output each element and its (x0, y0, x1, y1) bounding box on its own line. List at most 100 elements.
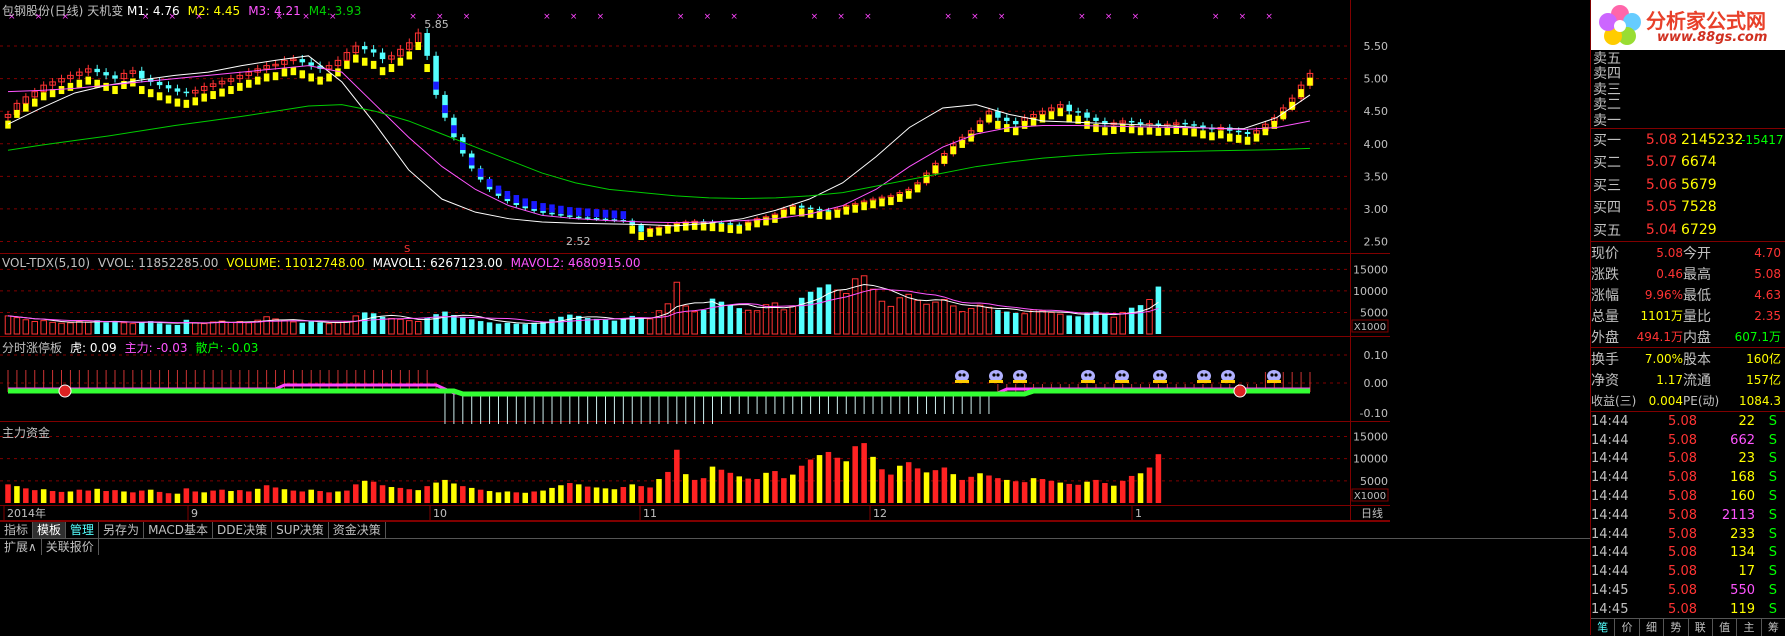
signal-block (647, 228, 653, 237)
candle-body (549, 212, 555, 215)
tick-side: S (1768, 583, 1777, 599)
fund-bar (317, 491, 323, 503)
tick-row[interactable]: 14:44 5.08 134 S (1591, 544, 1785, 563)
buy-label: 买三 (1593, 177, 1621, 194)
tick-row[interactable]: 14:45 5.08 119 S (1591, 600, 1785, 619)
side-tab-1[interactable]: 笔 (1591, 619, 1616, 636)
sell-row[interactable]: 卖一 (1591, 112, 1785, 129)
tick-price: 5.08 (1668, 601, 1697, 617)
ma-label-1: M1: 4.76 (127, 4, 180, 18)
side-tab-2[interactable]: 价 (1615, 619, 1640, 636)
fund-bar (1128, 475, 1135, 503)
tick-side: S (1768, 489, 1777, 505)
signal-block (451, 125, 457, 134)
quote-label: 内盘 (1683, 329, 1711, 346)
fund-bar (468, 487, 475, 503)
bottom-button-2[interactable]: 关联报价 (42, 539, 99, 555)
volume-bar (798, 297, 805, 334)
buy-row[interactable]: 买二 5.07 6674 (1591, 151, 1785, 174)
quote-value: 607.1万 (1734, 330, 1781, 344)
quote-label: 涨幅 (1591, 287, 1619, 304)
buy-volume: 6674 (1681, 154, 1717, 171)
signal-block (1057, 108, 1064, 117)
fund-bar (76, 489, 83, 503)
toolbar-button-2[interactable]: 模板 (33, 522, 67, 538)
fund-bar (968, 476, 974, 503)
candle-body (540, 210, 546, 213)
quote-value: 1101万 (1640, 309, 1683, 323)
tick-row[interactable]: 14:44 5.08 662 S (1591, 431, 1785, 450)
toolbar-button-7[interactable]: SUP决策 (272, 522, 329, 538)
volume-bar (540, 321, 546, 334)
buy-row[interactable]: 买一 5.08 2145232 -15417 (1591, 129, 1785, 152)
fund-bar (130, 492, 136, 503)
volume-bar (442, 311, 448, 334)
tick-row[interactable]: 14:44 5.08 160 S (1591, 487, 1785, 506)
fund-bar (397, 487, 404, 503)
candle-body (1128, 120, 1135, 123)
candle-body (825, 210, 832, 212)
quote-value: 494.1万 (1636, 330, 1683, 344)
tick-row[interactable]: 14:44 5.08 22 S (1591, 412, 1785, 431)
buy-row[interactable]: 买五 5.04 6729 (1591, 219, 1785, 242)
top-marker: × (1239, 12, 1247, 22)
signal-block (852, 204, 858, 213)
top-marker: × (543, 12, 551, 22)
fund-bar (139, 490, 145, 503)
toolbar-button-8[interactable]: 资金决策 (329, 522, 386, 538)
tick-row[interactable]: 14:44 5.08 168 S (1591, 468, 1785, 487)
fund-bar (281, 489, 288, 503)
tick-row[interactable]: 14:44 5.08 233 S (1591, 525, 1785, 544)
fund-bar (361, 480, 368, 503)
signal-block (1093, 124, 1099, 133)
fund-bar (451, 483, 457, 503)
signal-block (1155, 127, 1162, 136)
bottom-button-1[interactable]: 扩展∧ (0, 539, 42, 555)
period-label[interactable]: 日线 (1361, 506, 1383, 520)
buy-row[interactable]: 买四 5.05 7528 (1591, 196, 1785, 219)
limit-up-icon (1233, 384, 1247, 398)
side-tab-7[interactable]: 主 (1737, 619, 1762, 636)
candle-body (299, 59, 306, 63)
signal-block (1137, 127, 1144, 136)
side-tab-8[interactable]: 筹 (1762, 619, 1785, 636)
toolbar-button-3[interactable]: 管理 (66, 522, 100, 538)
tick-row[interactable]: 14:44 5.08 17 S (1591, 562, 1785, 581)
tick-row[interactable]: 14:44 5.08 23 S (1591, 450, 1785, 469)
side-tab-3[interactable]: 细 (1640, 619, 1665, 636)
tick-time: 14:44 (1591, 413, 1629, 429)
tick-row[interactable]: 14:44 5.08 2113 S (1591, 506, 1785, 525)
fund-bar (656, 479, 662, 503)
signal-block (1253, 133, 1260, 142)
candle-body (638, 225, 644, 232)
tick-list[interactable]: 14:44 5.08 22 S 14:44 5.08 662 S 14:44 5.08 23 S 14:… (1591, 412, 1785, 619)
fund-bar (156, 491, 163, 503)
fund-bar (674, 449, 680, 503)
candle-body (1093, 117, 1099, 121)
volume-bar (700, 309, 707, 334)
buy-row[interactable]: 买三 5.06 5679 (1591, 174, 1785, 197)
toolbar-button-4[interactable]: 另存为 (99, 522, 145, 538)
fund-bar (709, 466, 716, 503)
fund-bar (31, 490, 38, 503)
side-tab-5[interactable]: 联 (1689, 619, 1713, 636)
fund-bar (165, 493, 172, 503)
fund-bar (1137, 473, 1144, 503)
side-tab-4[interactable]: 势 (1664, 619, 1689, 636)
toolbar-button-5[interactable]: MACD基本 (144, 522, 214, 538)
tick-row[interactable]: 14:45 5.08 550 S (1591, 581, 1785, 600)
tick-volume: 160 (1730, 489, 1755, 505)
volume-bar (1155, 286, 1162, 334)
tick-volume: 2113 (1721, 507, 1755, 523)
volume-bar (1128, 307, 1135, 334)
side-tab-6[interactable]: 值 (1713, 619, 1738, 636)
toolbar-button-6[interactable]: DDE决策 (213, 522, 273, 538)
fund-bar (727, 472, 734, 503)
signal-block (870, 200, 876, 209)
signal-block (897, 193, 903, 202)
candle-body (370, 49, 377, 53)
fund-bar (424, 486, 430, 503)
toolbar-button-1[interactable]: 指标 (0, 522, 34, 538)
candle-body (1066, 104, 1072, 112)
tick-price: 5.08 (1668, 451, 1697, 467)
